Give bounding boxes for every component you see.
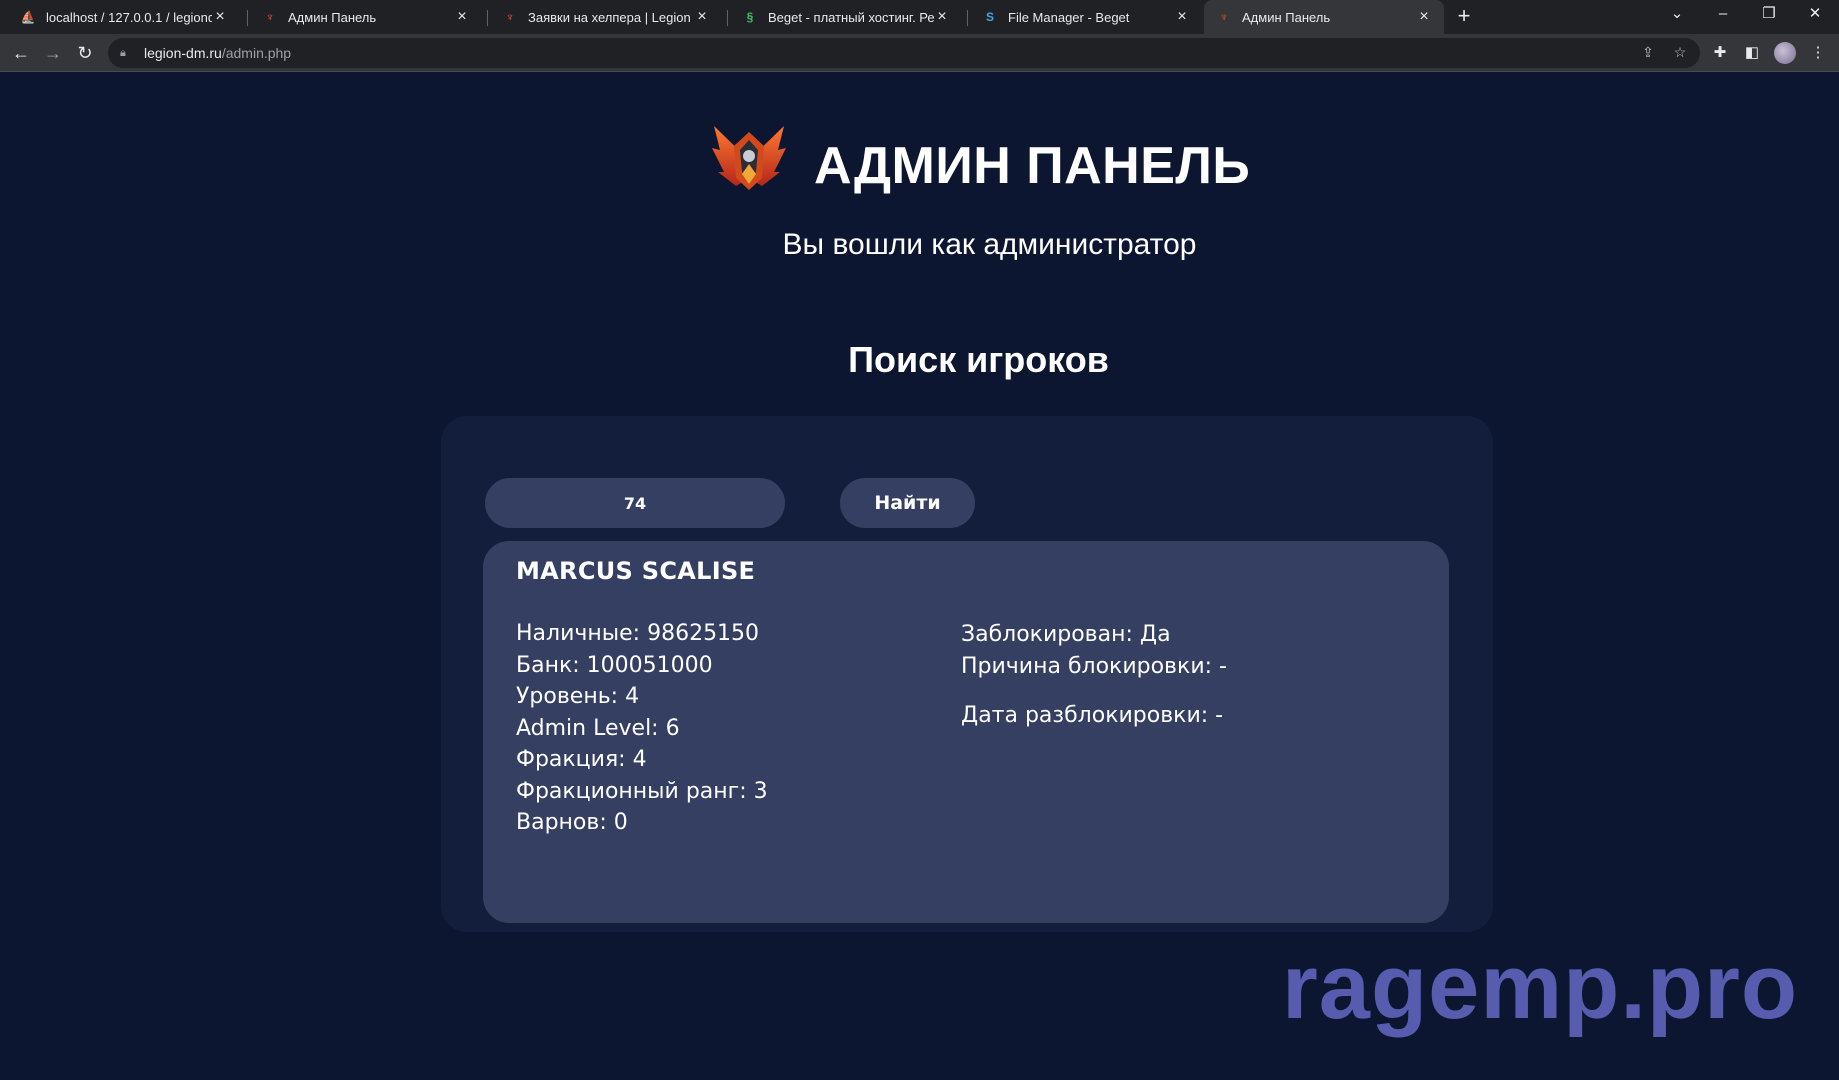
beget-icon: § — [746, 10, 754, 24]
profile-avatar[interactable] — [1774, 42, 1796, 64]
tab-separator — [487, 10, 488, 26]
player-card: MARCUS SCALISE Наличные: 98625150 Банк: … — [483, 541, 1449, 923]
watermark-text: ragemp.pro — [1282, 936, 1799, 1038]
tab-separator — [247, 10, 248, 26]
url-host: legion-dm.ru — [144, 45, 222, 61]
stat-level: Уровень: 4 — [516, 684, 640, 709]
close-icon[interactable]: × — [1416, 9, 1432, 25]
forward-button[interactable]: → — [40, 40, 66, 66]
browser-tab-bar: ⛵ localhost / 127.0.0.1 / legiondm / × ♆… — [0, 0, 1839, 34]
close-icon[interactable]: × — [454, 9, 470, 25]
back-button[interactable]: ← — [8, 40, 34, 66]
minimize-button[interactable]: – — [1700, 0, 1746, 30]
browser-toolbar: ← → ↻ 🔒︎ legion-dm.ru/admin.php ⇪ ☆ ✚ ◧ … — [0, 34, 1839, 72]
browser-tab[interactable]: ⛵ localhost / 127.0.0.1 / legiondm / × — [8, 0, 240, 34]
legion-icon: ♆ — [505, 10, 515, 24]
tab-title: Заявки на хелпера | Legion DM — [528, 9, 694, 25]
close-icon[interactable]: × — [1174, 9, 1190, 25]
legion-logo — [712, 126, 786, 190]
browser-tab[interactable]: ♆ Админ Панель × — [250, 0, 482, 34]
phpmyadmin-icon: ⛵ — [20, 10, 36, 24]
page-title: АДМИН ПАНЕЛЬ — [814, 137, 1251, 195]
browser-tab[interactable]: ♆ Заявки на хелпера | Legion DM × — [490, 0, 722, 34]
reload-button[interactable]: ↻ — [72, 40, 98, 66]
url-path: /admin.php — [221, 45, 292, 61]
restore-button[interactable]: ❐ — [1746, 0, 1792, 30]
stat-admin-level: Admin Level: 6 — [516, 716, 680, 741]
close-icon[interactable]: × — [694, 9, 710, 25]
tab-title: Админ Панель — [288, 9, 377, 25]
tab-title: File Manager - Beget — [1008, 9, 1130, 25]
bookmark-star-icon[interactable]: ☆ — [1670, 42, 1690, 62]
stat-cash: Наличные: 98625150 — [516, 621, 760, 646]
window-close-button[interactable]: ✕ — [1792, 0, 1838, 30]
close-icon[interactable]: × — [212, 9, 228, 25]
browser-tab[interactable]: § Beget - платный хостинг. Регист × — [730, 0, 962, 34]
stat-faction-rank: Фракционный ранг: 3 — [516, 779, 768, 804]
tab-title: localhost / 127.0.0.1 / legiondm / — [46, 9, 212, 25]
stat-unban-date: Дата разблокировки: - — [961, 703, 1224, 728]
tab-title: Beget - платный хостинг. Регист — [768, 9, 934, 25]
new-tab-button[interactable]: + — [1452, 5, 1476, 29]
browser-tab[interactable]: S File Manager - Beget × — [970, 0, 1202, 34]
side-panel-icon[interactable]: ◧ — [1742, 43, 1762, 63]
browser-tab-active[interactable]: ♆ Админ Панель × — [1204, 0, 1444, 34]
extensions-icon[interactable]: ✚ — [1710, 43, 1730, 63]
search-heading: Поиск игроков — [848, 339, 1109, 380]
player-search-input[interactable] — [485, 478, 785, 528]
legion-icon: ♆ — [1219, 10, 1229, 24]
player-name: MARCUS SCALISE — [516, 557, 756, 585]
close-icon[interactable]: × — [934, 9, 950, 25]
tab-search-button[interactable]: ⌄ — [1654, 0, 1700, 30]
stat-faction: Фракция: 4 — [516, 747, 647, 772]
tab-title: Админ Панель — [1242, 9, 1331, 25]
address-bar[interactable]: 🔒︎ legion-dm.ru/admin.php — [108, 38, 1700, 68]
menu-kebab-icon[interactable]: ⋮ — [1808, 43, 1828, 63]
stat-banned: Заблокирован: Да — [961, 622, 1171, 647]
search-button[interactable]: Найти — [840, 478, 975, 528]
stat-warns: Варнов: 0 — [516, 810, 628, 835]
filemanager-icon: S — [985, 10, 994, 24]
tab-separator — [727, 10, 728, 26]
stat-ban-reason: Причина блокировки: - — [961, 654, 1227, 679]
stat-bank: Банк: 100051000 — [516, 653, 713, 678]
lock-icon[interactable]: 🔒︎ — [120, 47, 134, 60]
login-status-text: Вы вошли как администратор — [782, 228, 1197, 261]
share-icon[interactable]: ⇪ — [1638, 42, 1658, 62]
tab-separator — [967, 10, 968, 26]
page-header: АДМИН ПАНЕЛЬ — [0, 120, 1839, 200]
legion-icon: ♆ — [265, 10, 275, 24]
